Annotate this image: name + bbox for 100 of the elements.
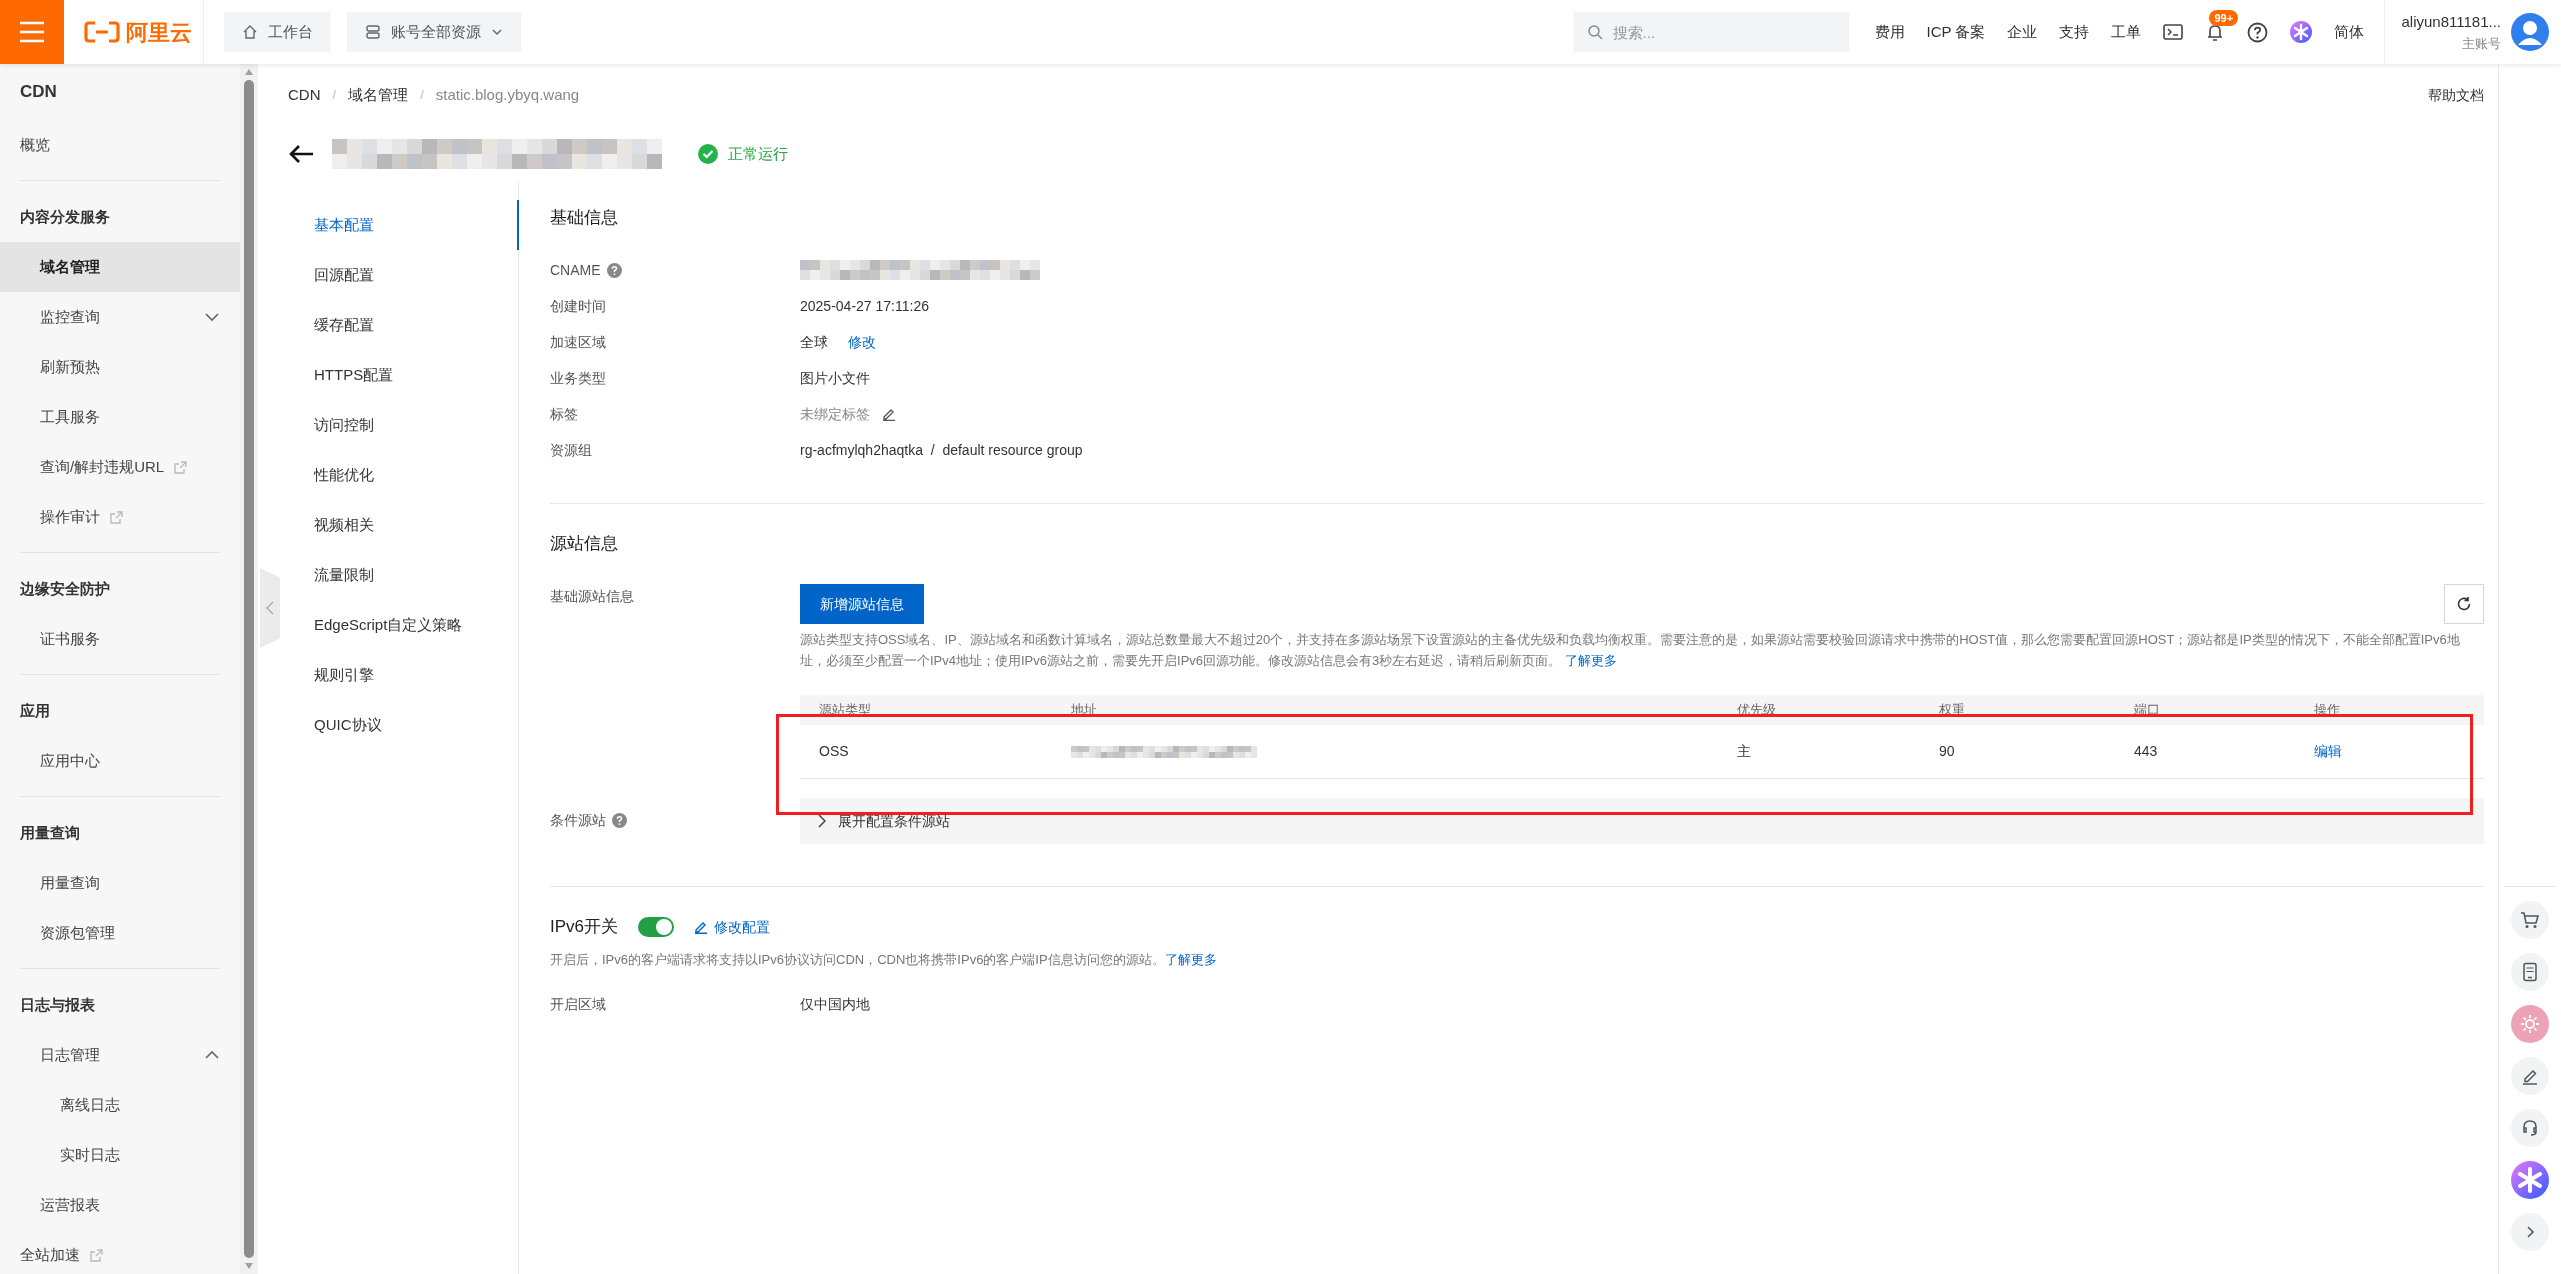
table-cell-text: 443 [2134, 742, 2159, 761]
nav-link[interactable]: 工单 [2111, 20, 2142, 44]
sidebar-item[interactable]: 运营报表 [0, 1180, 240, 1230]
expand-conditional-origin[interactable]: 展开配置条件源站 [800, 798, 2484, 844]
back-button[interactable] [288, 144, 314, 164]
config-tab[interactable]: 性能优化 [258, 450, 519, 500]
logo-text: 阿里云 [126, 18, 192, 47]
menu-button[interactable] [0, 0, 64, 64]
chevron-down-icon [491, 28, 503, 36]
stack-icon [365, 24, 381, 40]
cart-button[interactable] [2511, 901, 2549, 939]
avatar-icon[interactable] [2511, 13, 2549, 51]
search-icon [1586, 24, 1603, 40]
breadcrumb-link[interactable]: 域名管理 [348, 83, 409, 107]
config-tab[interactable]: 视频相关 [258, 500, 519, 550]
sidebar-item[interactable]: 全站加速 [0, 1230, 240, 1274]
search-field[interactable]: 搜索... [1572, 12, 1849, 52]
config-tab[interactable]: EdgeScript自定义策略 [258, 600, 519, 650]
home-icon [242, 24, 258, 40]
description: 开启后，IPv6的客户端请求将支持以IPv6协议访问CDN，CDN也将携带IPv6的客户端IP信息访问您的源站。了解更多 [550, 951, 1218, 969]
refresh-icon [2456, 596, 2472, 612]
workbench-button[interactable]: 工作台 [224, 12, 331, 52]
user-name[interactable]: aliyun811181... [2401, 11, 2501, 34]
refresh-button[interactable] [2444, 584, 2484, 624]
config-tab[interactable]: 缓存配置 [258, 300, 519, 350]
config-tab[interactable]: QUIC协议 [258, 700, 519, 750]
section-title: IPv6开关 [550, 916, 619, 939]
field-value: rg-acfmylqh2haqtka / default resource group [800, 440, 1083, 460]
sidebar-item[interactable]: 查询/解封违规URL [0, 442, 240, 492]
sidebar-item[interactable]: 监控查询 [0, 292, 240, 342]
edit-config-link[interactable]: 修改配置 [694, 916, 771, 938]
language-link[interactable]: 简体 [2334, 20, 2365, 44]
field-value: 图片小文件 [800, 368, 870, 388]
sidebar-heading: 用量查询 [19, 822, 81, 843]
edit-link[interactable]: 编辑 [2314, 743, 2342, 759]
learn-more-link[interactable]: 了解更多 [1565, 653, 1618, 668]
resource-dropdown[interactable]: 账号全部资源 [347, 12, 521, 52]
chevron-right-icon [818, 814, 826, 828]
section-title: 基础信息 [550, 207, 619, 230]
sparkle-logo-icon[interactable] [2290, 21, 2313, 43]
description: 源站类型支持OSS域名、IP、源站域名和函数计算域名，源站总数量最大不超过20个，并支持在多源站场景下设置源站的主备优先级和负载均衡权重。需要注意的是，如果源站需要校验回源请求中携带的HOST值，那么您需要配置回源HOST；源站都是IP类型的情况下，不能全部配置IPv6地址，必须至少配置一个IPv4地址；使用IPv6源站之前，需要先开启IPv6回源功能。修改源站信息会有3秒左右延迟，请稍后刷新页面。 了解更多 [800, 631, 2461, 670]
config-tab[interactable]: 基本配置 [258, 200, 519, 250]
config-tab[interactable]: HTTPS配置 [258, 350, 519, 400]
config-tab[interactable]: 访问控制 [258, 400, 519, 450]
learn-more-link[interactable]: 了解更多 [1164, 952, 1217, 967]
field-value: 仅中国内地 [800, 994, 871, 1014]
scroll-down-icon[interactable] [244, 1262, 254, 1270]
add-origin-button[interactable]: 新增源站信息 [800, 584, 924, 624]
sidebar-item[interactable]: 离线日志 [0, 1080, 240, 1130]
scroll-up-icon[interactable] [244, 68, 254, 76]
menu-icon [19, 21, 45, 43]
back-arrow-icon [288, 144, 314, 164]
field-label: 条件源站 [550, 811, 606, 830]
phone-app-button[interactable] [2511, 953, 2549, 991]
nav-link[interactable]: 企业 [2007, 20, 2038, 44]
breadcrumb-link[interactable]: static.blog.ybyq.wang [435, 83, 580, 107]
field-label: 基础源站信息 [550, 587, 635, 606]
terminal-icon[interactable] [2163, 23, 2184, 41]
check-circle-icon [698, 144, 718, 164]
pencil-button[interactable] [2511, 1057, 2549, 1095]
sidebar-item[interactable]: 应用中心 [0, 736, 240, 786]
sidebar-item[interactable]: 日志管理 [0, 1030, 240, 1080]
help-doc-link[interactable]: 帮助文档 [2428, 84, 2484, 106]
logo-icon [84, 21, 120, 43]
sidebar-title: CDN [19, 81, 58, 104]
chevron-left-icon [266, 601, 274, 615]
sidebar-item[interactable]: 工具服务 [0, 392, 240, 442]
sidebar-item[interactable]: 证书服务 [0, 614, 240, 664]
config-tab[interactable]: 流量限制 [258, 550, 519, 600]
ipv6-toggle[interactable] [638, 917, 675, 937]
sidebar-item[interactable]: 用量查询 [0, 858, 240, 908]
nav-link[interactable]: ICP 备案 [1926, 20, 1986, 44]
table-cell-text: 主 [1737, 742, 1752, 761]
config-tab[interactable]: 规则引擎 [258, 650, 519, 700]
sidebar-item[interactable]: 资源包管理 [0, 908, 240, 958]
pencil-icon[interactable] [882, 407, 896, 421]
field-value: 2025-04-27 17:11:26 [800, 296, 929, 316]
edit-link[interactable]: 修改 [848, 331, 876, 353]
breadcrumb-link[interactable]: CDN [288, 83, 321, 107]
sidebar-item[interactable]: 实时日志 [0, 1130, 240, 1180]
sidebar-heading: 内容分发服务 [19, 206, 111, 227]
account-type: 主账号 [2462, 34, 2501, 53]
sparkle-logo-icon[interactable] [2511, 1161, 2549, 1199]
field-label: 资源组 [550, 440, 592, 460]
field-label: CNAME [550, 260, 601, 280]
scrollbar-thumb[interactable] [244, 80, 254, 1258]
sidebar-item[interactable]: 操作审计 [0, 492, 240, 542]
nav-link[interactable]: 支持 [2059, 20, 2090, 44]
config-tab[interactable]: 回源配置 [258, 250, 519, 300]
field-value: 全球 [800, 332, 828, 352]
help-icon[interactable] [2247, 21, 2269, 43]
sidebar-item[interactable]: 域名管理 [0, 242, 240, 292]
chevron-down-icon [204, 312, 220, 322]
field-label: 创建时间 [550, 296, 606, 316]
headset-icon [2520, 1118, 2540, 1138]
nav-link[interactable]: 费用 [1874, 20, 1905, 44]
sidebar-item[interactable]: 概览 [0, 120, 240, 170]
sidebar-item[interactable]: 刷新预热 [0, 342, 240, 392]
status-text: 正常运行 [728, 143, 788, 164]
headset-button[interactable] [2511, 1109, 2549, 1147]
